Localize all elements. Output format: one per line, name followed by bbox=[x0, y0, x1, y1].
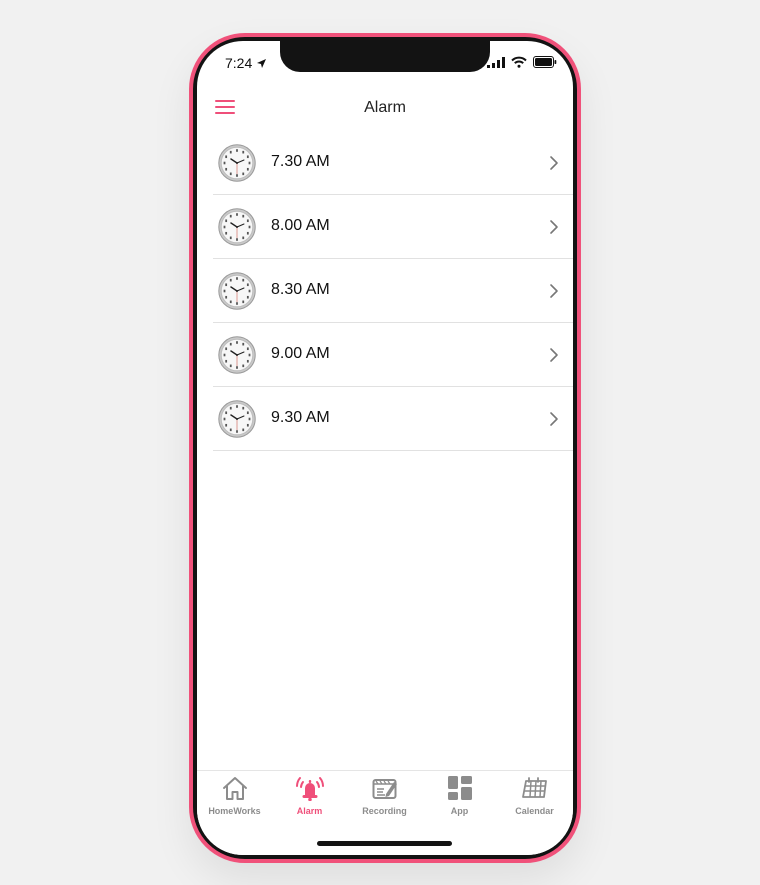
status-time: 7:24 bbox=[225, 55, 267, 71]
top-navbar: Alarm bbox=[197, 91, 573, 127]
clock-icon bbox=[218, 208, 256, 246]
recording-icon bbox=[372, 779, 397, 799]
alarm-time-label: 7.30 AM bbox=[271, 153, 330, 170]
alarm-bell-icon bbox=[295, 777, 324, 801]
home-indicator[interactable] bbox=[317, 841, 452, 846]
clock-icon bbox=[218, 336, 256, 374]
clock-icon bbox=[218, 144, 256, 182]
status-indicators bbox=[487, 56, 557, 68]
tab-recording[interactable]: Recording bbox=[347, 775, 422, 825]
clock-icon bbox=[218, 272, 256, 310]
phone-screen: 7:24 Alarm 7.30 AM 8.00 AM 8.30 AM 9.00 … bbox=[197, 41, 573, 855]
alarm-list: 7.30 AM 8.00 AM 8.30 AM 9.00 AM 9.30 AM bbox=[213, 131, 573, 451]
clock-icon bbox=[218, 400, 256, 438]
home-icon bbox=[222, 777, 247, 800]
wifi-icon bbox=[511, 56, 527, 68]
app-grid-icon bbox=[447, 776, 472, 800]
tab-app[interactable]: App bbox=[422, 775, 497, 825]
tab-label: Alarm bbox=[296, 806, 323, 816]
tab-homeworks[interactable]: HomeWorks bbox=[197, 775, 272, 825]
tab-label: Calendar bbox=[515, 806, 554, 816]
chevron-right-icon bbox=[550, 284, 558, 298]
alarm-time-label: 9.00 AM bbox=[271, 345, 330, 362]
battery-icon bbox=[533, 56, 557, 68]
tab-label: HomeWorks bbox=[208, 806, 261, 816]
tab-alarm[interactable]: Alarm bbox=[272, 775, 347, 825]
chevron-right-icon bbox=[550, 156, 558, 170]
chevron-right-icon bbox=[550, 412, 558, 426]
alarm-row[interactable]: 8.00 AM bbox=[213, 195, 573, 259]
alarm-row[interactable]: 8.30 AM bbox=[213, 259, 573, 323]
status-time-text: 7:24 bbox=[225, 55, 253, 71]
alarm-time-label: 8.30 AM bbox=[271, 281, 330, 298]
alarm-row[interactable]: 7.30 AM bbox=[213, 131, 573, 195]
chevron-right-icon bbox=[550, 220, 558, 234]
tab-label: App bbox=[450, 806, 469, 816]
notch bbox=[280, 41, 490, 72]
signal-icon bbox=[487, 56, 505, 68]
tab-calendar[interactable]: Calendar bbox=[497, 775, 572, 825]
alarm-row[interactable]: 9.00 AM bbox=[213, 323, 573, 387]
location-arrow-icon bbox=[257, 58, 267, 68]
chevron-right-icon bbox=[550, 348, 558, 362]
alarm-row[interactable]: 9.30 AM bbox=[213, 387, 573, 451]
alarm-time-label: 9.30 AM bbox=[271, 409, 330, 426]
page-title: Alarm bbox=[364, 99, 406, 116]
alarm-time-label: 8.00 AM bbox=[271, 217, 330, 234]
calendar-icon bbox=[521, 777, 547, 798]
tab-label: Recording bbox=[362, 806, 407, 816]
